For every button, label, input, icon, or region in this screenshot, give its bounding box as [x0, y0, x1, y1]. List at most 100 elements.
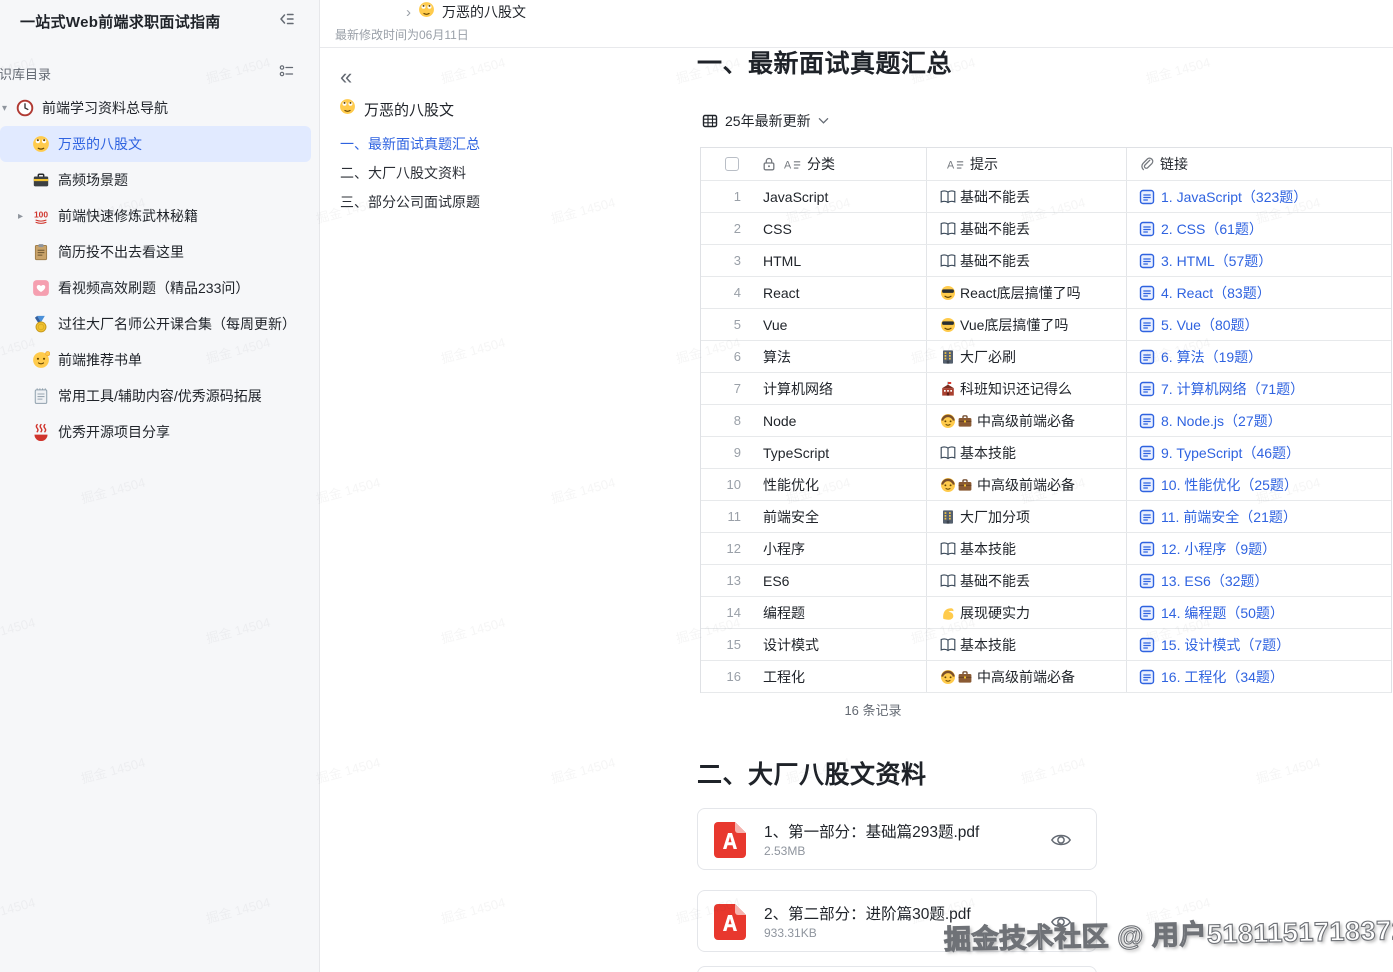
view-switcher[interactable]: 25年最新更新 — [702, 111, 829, 131]
row-number: 5 — [715, 317, 741, 332]
sidebar-item[interactable]: ▸100前端快速修炼武林秘籍 — [0, 198, 311, 234]
catalog-settings-icon[interactable] — [278, 62, 296, 80]
record-link[interactable]: 16. 工程化（34题） — [1161, 667, 1284, 687]
category-cell: 编程题 — [763, 603, 805, 623]
sidebar-item[interactable]: 前端推荐书单 — [0, 342, 311, 378]
category-cell: React — [763, 285, 800, 301]
file-title: 2、第二部分：进阶篇30题.pdf — [764, 902, 971, 924]
emoji-icon — [32, 315, 50, 333]
doc-header: › 万恶的八股文 最新修改时间为06月11日 — [320, 0, 1393, 48]
emoji-icon — [940, 381, 956, 397]
table-row[interactable]: 12小程序基本技能12. 小程序（9题） — [701, 533, 1391, 565]
emoji-icon — [940, 509, 956, 525]
hint-cell: Vue底层搞懂了吗 — [960, 315, 1068, 335]
linked-doc-icon — [1139, 637, 1155, 653]
row-number: 14 — [715, 605, 741, 620]
table-row[interactable]: 2CSS基础不能丢2. CSS（61题） — [701, 213, 1391, 245]
emoji-icon — [940, 605, 956, 621]
outline-item[interactable]: 一、最新面试真题汇总 — [340, 130, 685, 159]
table-row[interactable]: 6算法大厂必刷6. 算法（19题） — [701, 341, 1391, 373]
record-link[interactable]: 1. JavaScript（323题） — [1161, 187, 1307, 207]
table-row[interactable]: 8Node中高级前端必备8. Node.js（27题） — [701, 405, 1391, 437]
sidebar-item[interactable]: 常用工具/辅助内容/优秀源码拓展 — [0, 378, 311, 414]
file-card-partial[interactable] — [697, 966, 1097, 972]
emoji-icon — [32, 243, 50, 261]
table-row[interactable]: 1JavaScript基础不能丢1. JavaScript（323题） — [701, 181, 1391, 213]
collapse-outline-icon[interactable]: « — [340, 66, 352, 88]
column-header-hint[interactable]: 提示 — [970, 154, 998, 174]
emoji-icon — [940, 253, 956, 269]
linked-doc-icon — [1139, 317, 1155, 333]
table-row[interactable]: 4ReactReact底层搞懂了吗4. React（83题） — [701, 277, 1391, 309]
text-field-type-icon: A — [947, 157, 965, 172]
record-link[interactable]: 10. 性能优化（25题） — [1161, 475, 1298, 495]
table-row[interactable]: 16工程化中高级前端必备16. 工程化（34题） — [701, 661, 1391, 693]
table-row[interactable]: 9TypeScript基本技能9. TypeScript（46题） — [701, 437, 1391, 469]
column-header-link[interactable]: 链接 — [1160, 154, 1188, 174]
expand-arrow-icon[interactable]: ▾ — [2, 103, 16, 114]
record-link[interactable]: 7. 计算机网络（71题） — [1161, 379, 1304, 399]
record-link[interactable]: 11. 前端安全（21题） — [1161, 507, 1297, 527]
row-number: 10 — [715, 477, 741, 492]
record-link[interactable]: 5. Vue（80题） — [1161, 315, 1259, 335]
column-header-category[interactable]: 分类 — [807, 154, 835, 174]
table-row[interactable]: 14编程题展现硬实力14. 编程题（50题） — [701, 597, 1391, 629]
category-cell: 设计模式 — [763, 635, 819, 655]
sidebar-item-label: 万恶的八股文 — [58, 134, 142, 154]
outline-item[interactable]: 二、大厂八股文资料 — [340, 159, 685, 188]
table-row[interactable]: 7计算机网络科班知识还记得么7. 计算机网络（71题） — [701, 373, 1391, 405]
record-link[interactable]: 12. 小程序（9题） — [1161, 539, 1276, 559]
record-link[interactable]: 14. 编程题（50题） — [1161, 603, 1284, 623]
sidebar-item[interactable]: 简历投不出去看这里 — [0, 234, 311, 270]
link-field-type-icon — [1139, 156, 1155, 172]
table-row[interactable]: 15设计模式基本技能15. 设计模式（7题） — [701, 629, 1391, 661]
select-all-checkbox[interactable] — [725, 157, 739, 171]
file-card[interactable]: 1、第一部分：基础篇293题.pdf2.53MB — [697, 808, 1097, 870]
outline-item[interactable]: 三、部分公司面试原题 — [340, 188, 685, 217]
outline-doc-row[interactable]: 万恶的八股文 — [339, 98, 454, 120]
category-cell: CSS — [763, 221, 792, 237]
table-row[interactable]: 11前端安全大厂加分项11. 前端安全（21题） — [701, 501, 1391, 533]
linked-doc-icon — [1139, 285, 1155, 301]
outline-doc-title: 万恶的八股文 — [364, 99, 454, 120]
row-number: 8 — [715, 413, 741, 428]
category-cell: Node — [763, 413, 796, 429]
sidebar-item[interactable]: 优秀开源项目分享 — [0, 414, 311, 450]
sidebar-item[interactable]: ▾前端学习资料总导航 — [0, 90, 311, 126]
sidebar-item[interactable]: 看视频高效刷题（精品233问） — [0, 270, 311, 306]
record-link[interactable]: 13. ES6（32题） — [1161, 571, 1268, 591]
app-window: 一站式Web前端求职面试指南 知识库目录 ▾前端学习资料总导航万恶的八股文高频场… — [0, 0, 1393, 972]
linked-doc-icon — [1139, 445, 1155, 461]
sidebar-item-label: 过往大厂名师公开课合集（每周更新） — [58, 314, 296, 334]
table-row[interactable]: 10性能优化中高级前端必备10. 性能优化（25题） — [701, 469, 1391, 501]
record-link[interactable]: 2. CSS（61题） — [1161, 219, 1263, 239]
table-row[interactable]: 5 Vue Vue底层搞懂了吗 5. Vue（80题） — [701, 309, 1391, 341]
hint-cell: 中高级前端必备 — [977, 667, 1075, 687]
record-link[interactable]: 9. TypeScript（46题） — [1161, 443, 1300, 463]
record-link[interactable]: 4. React（83题） — [1161, 283, 1271, 303]
collapse-sidebar-icon[interactable] — [277, 9, 297, 29]
breadcrumb-doc-title[interactable]: 万恶的八股文 — [442, 2, 526, 22]
emoji-icon — [957, 669, 973, 685]
emoji-icon — [940, 637, 956, 653]
table-row[interactable]: 13ES6基础不能丢13. ES6（32题） — [701, 565, 1391, 597]
sidebar-item[interactable]: 过往大厂名师公开课合集（每周更新） — [0, 306, 311, 342]
sidebar-tree: ▾前端学习资料总导航万恶的八股文高频场景题 ▸100前端快速修炼武林秘籍简历投不出… — [0, 90, 319, 450]
record-link[interactable]: 3. HTML（57题） — [1161, 251, 1272, 271]
table-row[interactable]: 3HTML基础不能丢3. HTML（57题） — [701, 245, 1391, 277]
sidebar-item-label: 高频场景题 — [58, 170, 128, 190]
row-number: 6 — [715, 349, 741, 364]
category-cell: 计算机网络 — [763, 379, 833, 399]
sidebar-item[interactable]: 万恶的八股文 — [0, 126, 311, 162]
record-link[interactable]: 6. 算法（19题） — [1161, 347, 1262, 367]
category-cell: Vue — [763, 317, 787, 333]
record-link[interactable]: 8. Node.js（27题） — [1161, 411, 1282, 431]
sidebar-item-label: 看视频高效刷题（精品233问） — [58, 278, 249, 298]
table-body: 1JavaScript基础不能丢1. JavaScript（323题）2CSS基… — [701, 181, 1391, 693]
record-link[interactable]: 15. 设计模式（7题） — [1161, 635, 1290, 655]
expand-arrow-icon[interactable]: ▸ — [18, 211, 32, 222]
preview-button[interactable] — [1050, 829, 1072, 851]
row-number: 11 — [715, 509, 741, 524]
sidebar-item[interactable]: 高频场景题 — [0, 162, 311, 198]
row-number: 4 — [715, 285, 741, 300]
